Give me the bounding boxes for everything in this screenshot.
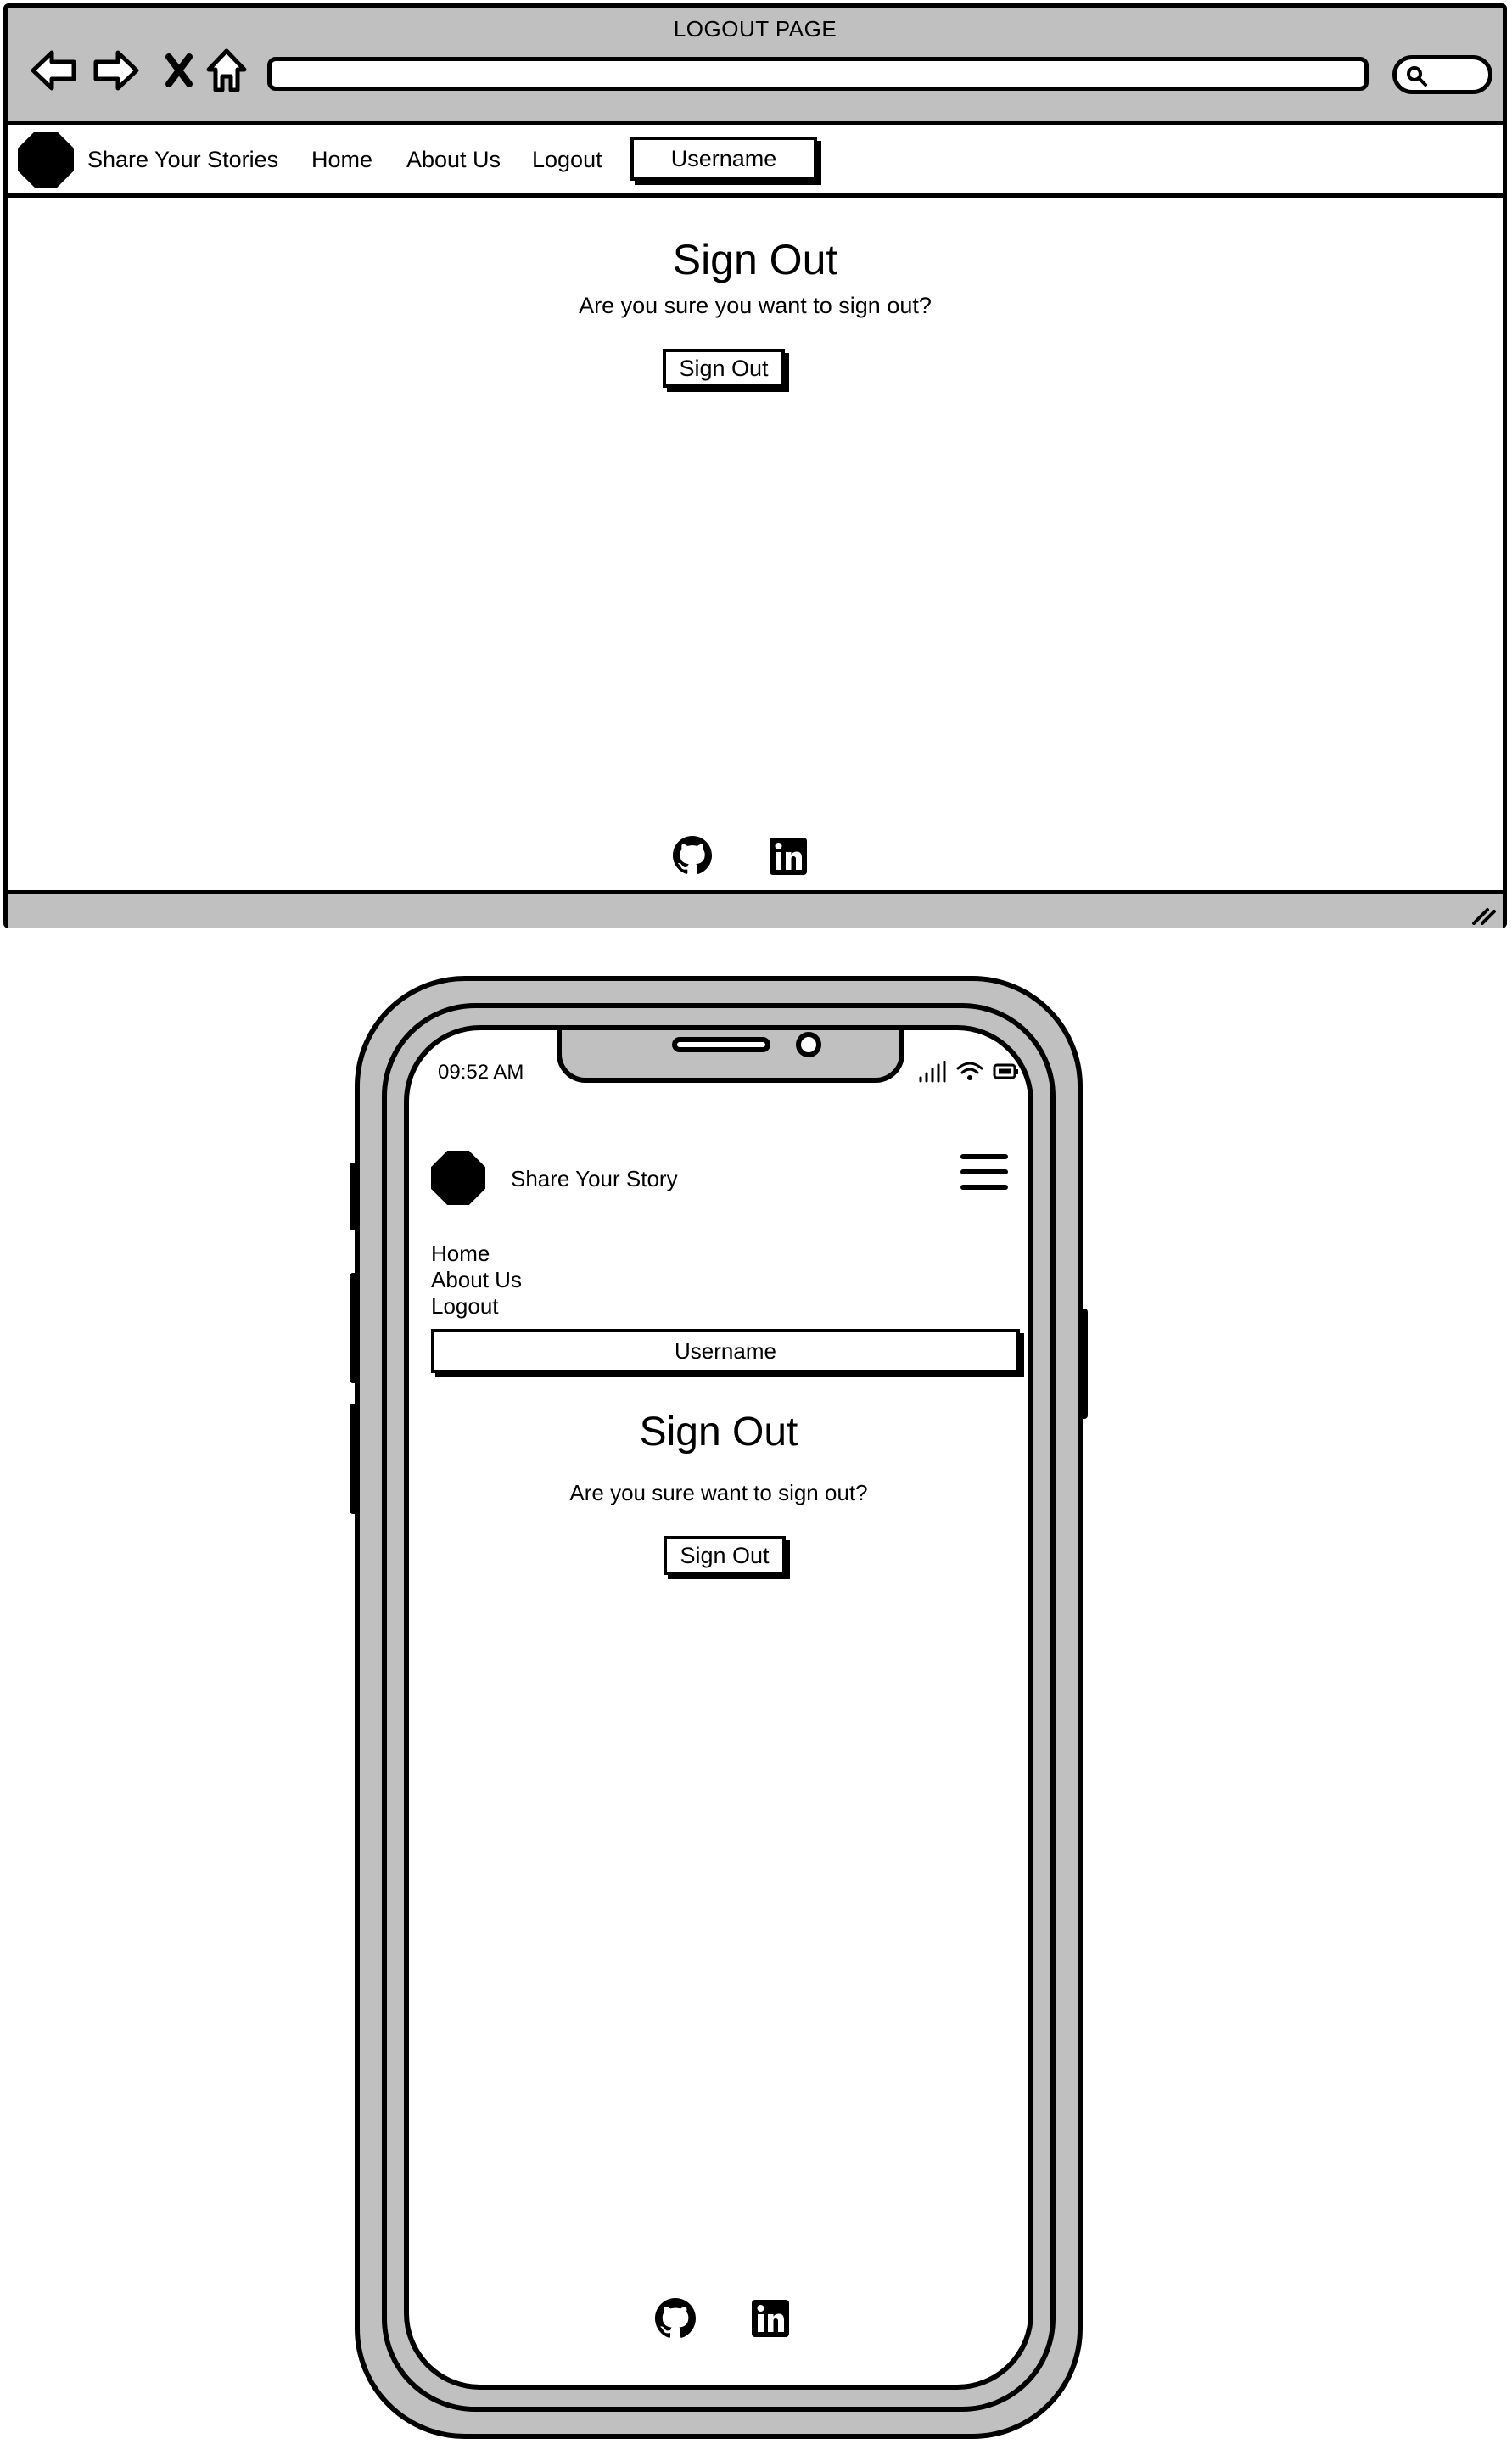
site-navbar: Share Your Stories Home About Us Logout … [8,125,1503,198]
github-icon[interactable] [673,836,712,879]
close-icon[interactable] [154,45,204,96]
front-camera-icon [796,1032,821,1057]
speaker-grille [672,1037,770,1052]
nav-link-logout[interactable]: Logout [431,1293,499,1320]
phone-bezel: 09:52 AM Share Your Story Home About Us … [382,1003,1056,2412]
mobile-phone-frame: 09:52 AM Share Your Story Home About Us … [355,976,1083,2439]
site-logo[interactable] [18,132,74,188]
search-icon [1407,66,1427,87]
battery-icon [993,1063,1018,1079]
wifi-icon [956,1062,983,1080]
phone-screen: 09:52 AM Share Your Story Home About Us … [404,1025,1033,2390]
forward-arrow-icon[interactable] [91,45,142,96]
username-button[interactable]: Username [630,137,817,181]
sign-out-button[interactable]: Sign Out [663,349,785,388]
site-logo[interactable] [431,1151,485,1205]
nav-link-home[interactable]: Home [431,1241,490,1267]
sign-out-button[interactable]: Sign Out [664,1536,786,1575]
nav-link-logout[interactable]: Logout [532,147,602,173]
page-title: Sign Out [672,236,838,283]
username-button[interactable]: Username [431,1329,1020,1373]
address-bar[interactable] [267,57,1369,91]
linkedin-icon[interactable] [752,2300,789,2341]
brand-name[interactable]: Share Your Stories [87,147,278,173]
nav-link-home[interactable]: Home [311,147,372,173]
sign-out-question: Are you sure you want to sign out? [579,293,932,318]
back-arrow-icon[interactable] [28,45,79,96]
nav-link-about-us[interactable]: About Us [406,147,501,173]
browser-statusbar [8,890,1503,928]
nav-link-about-us[interactable]: About Us [431,1267,522,1293]
github-icon[interactable] [655,2298,696,2343]
brand-name[interactable]: Share Your Story [511,1166,678,1192]
linkedin-icon[interactable] [770,838,807,879]
window-title: LOGOUT PAGE [673,16,837,42]
search-box[interactable] [1392,55,1492,94]
page-title: Sign Out [639,1410,798,1455]
status-time: 09:52 AM [438,1061,524,1084]
desktop-browser-window: LOGOUT PAGE Share Your Stories Home Abou… [3,3,1507,928]
phone-notch [557,1030,904,1083]
home-icon[interactable] [201,45,252,96]
hamburger-menu-icon[interactable] [960,1154,1008,1200]
sign-out-question: Are you sure want to sign out? [569,1480,868,1505]
browser-titlebar: LOGOUT PAGE [8,8,1503,125]
signal-icon [919,1061,946,1083]
resize-grip-icon[interactable] [1470,905,1496,925]
